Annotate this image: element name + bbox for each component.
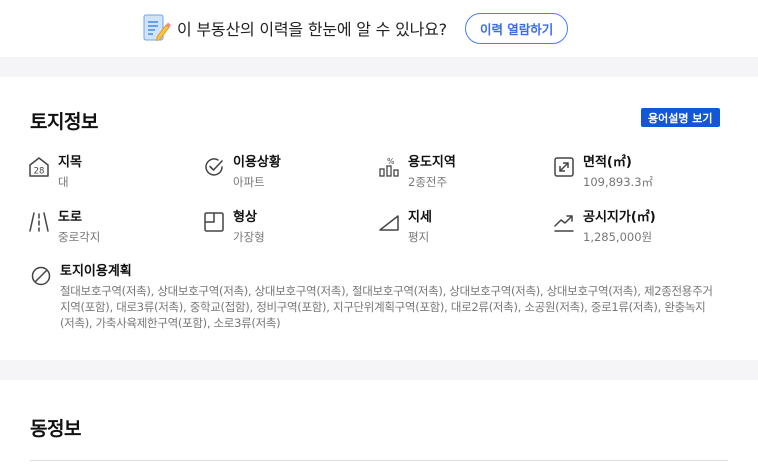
svg-text:%: % [387,157,395,166]
building-divider [30,460,728,464]
land-area-label: 면적(㎡) [583,155,632,170]
land-item-terrain: 지세 평지 [378,210,432,245]
road-icon [29,212,49,232]
land-category-value: 대 [58,175,69,189]
glossary-button[interactable]: 용어설명 보기 [641,108,720,127]
land-item-price: 공시지가(㎡) 1,285,000원 [553,210,656,245]
expand-area-icon [554,157,574,177]
land-category-icon: 28 [29,157,49,177]
land-road-value: 중로각지 [58,230,101,244]
history-view-button[interactable]: 이력 열람하기 [464,12,569,44]
land-item-shape: 형상 가장형 [203,210,265,245]
land-usage-value: 아파트 [233,175,265,189]
land-info-title: 토지정보 [30,111,98,133]
history-banner-content: 이 부동산의 이력을 한눈에 알 수 있나요? 이력 열람하기 [141,12,569,44]
land-info-section: 토지정보 용어설명 보기 28 지목 대 이용상황 아파트 % 용도지역 2종전… [0,77,758,360]
no-entry-icon [31,266,51,286]
land-price-label: 공시지가(㎡) [583,210,656,225]
zoning-bar-icon: % [379,157,399,177]
history-question: 이 부동산의 이력을 한눈에 알 수 있나요? [177,20,447,39]
land-area-value: 109,893.3㎡ [583,175,654,189]
building-info-title: 동정보 [30,418,81,440]
land-usage-label: 이용상황 [233,155,281,170]
land-item-zoning: % 용도지역 2종전주 [378,155,456,190]
land-shape-value: 가장형 [233,230,265,244]
land-shape-label: 형상 [233,210,257,225]
land-terrain-value: 평지 [408,230,430,244]
land-item-use-plan: 토지이용계획 절대보호구역(저촉), 상대보호구역(저촉), 상대보호구역(저촉… [30,264,720,331]
land-zoning-value: 2종전주 [408,175,448,189]
land-road-label: 도로 [58,210,82,225]
land-item-usage: 이용상황 아파트 [203,155,281,190]
land-use-plan-value: 절대보호구역(저촉), 상대보호구역(저촉), 상대보호구역(저촉), 절대보호… [60,284,713,330]
land-item-category: 28 지목 대 [28,155,82,190]
terrain-slope-icon [379,215,399,231]
land-use-plan-label: 토지이용계획 [60,264,132,279]
history-banner: 이 부동산의 이력을 한눈에 알 수 있나요? 이력 열람하기 [0,0,758,57]
land-price-value: 1,285,000원 [583,230,653,244]
trend-up-icon [554,215,574,232]
check-circle-icon [205,158,223,176]
land-item-road: 도로 중로각지 [28,210,100,245]
land-zoning-label: 용도지역 [408,155,456,170]
building-info-section: 동정보 [0,380,758,464]
land-terrain-label: 지세 [408,210,432,225]
land-item-area: 면적(㎡) 109,893.3㎡ [553,155,653,190]
svg-text:28: 28 [34,167,45,177]
land-category-label: 지목 [58,155,82,170]
document-edit-icon [143,14,171,42]
shape-square-icon [204,212,224,232]
